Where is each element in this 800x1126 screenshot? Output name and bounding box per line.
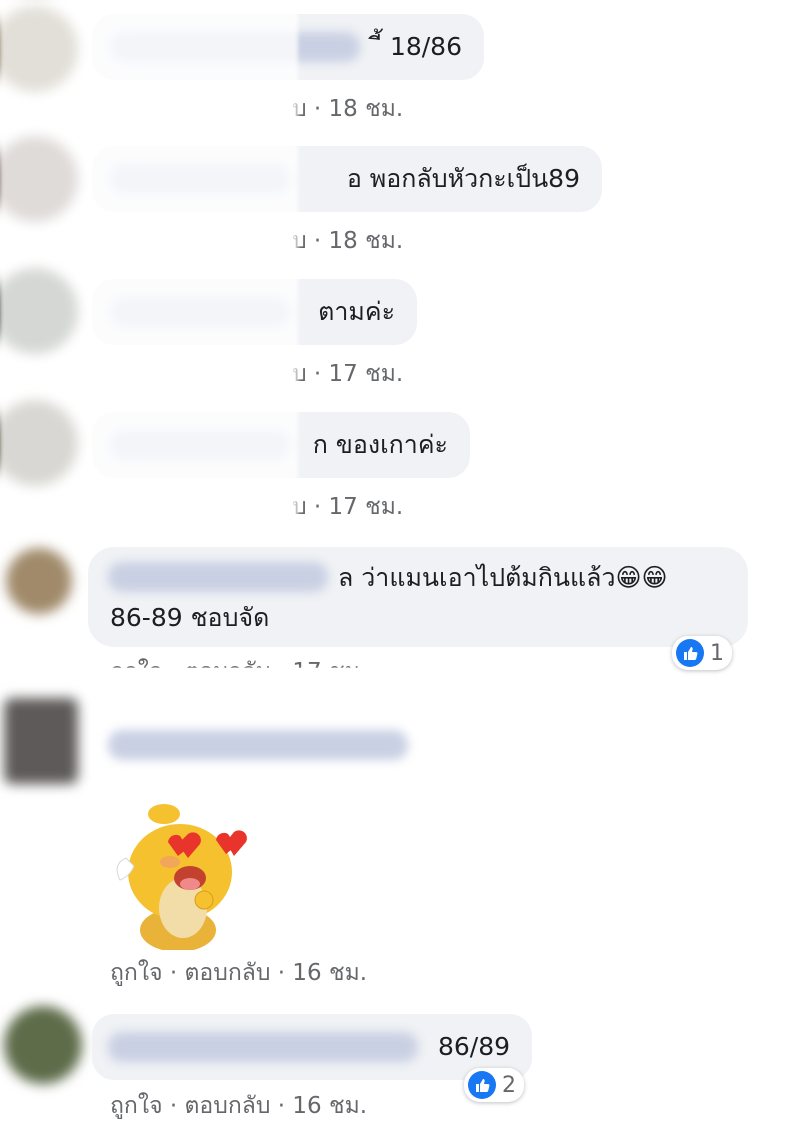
heart-eyes-sticker[interactable] [108,800,258,950]
comment-meta: บ · 18 ชม. [292,228,404,254]
comment-meta: ถูกใจ · ตอบกลับ · 17 ชม. [110,654,367,668]
comment-text: 86/89 [437,1032,510,1061]
redaction-overlay [0,0,298,548]
avatar[interactable] [4,698,78,784]
blurred-author-name [108,730,408,760]
reaction-count-value: 2 [502,1072,516,1098]
blurred-author-name [108,562,328,592]
comment-text: อ พอกลับหัวกะเป็น89 [346,164,580,193]
blurred-author-name [108,1032,418,1062]
comment-text-line-1: ล ว่าแมนเอาไปต้มกินแล้ว😁😁 [338,563,668,592]
comment-text: ตามค่ะ [318,297,395,326]
reaction-count[interactable]: 1 [672,636,732,670]
reaction-count-value: 1 [710,640,724,666]
comment-meta: บ · 17 ชม. [292,361,404,387]
comment-meta: ถูกใจ · ตอบกลับ · 16 ชม. [110,960,368,986]
comment-text: ี้ 18/86 [382,32,462,61]
comment-text: ก ของเกาค่ะ [312,430,448,459]
avatar[interactable] [4,1006,82,1084]
like-icon [676,639,704,667]
comment-meta: บ · 18 ชม. [292,96,404,122]
comment-text-line-2: 86-89 ชอบจัด [110,603,270,632]
comment-meta: บ · 17 ชม. [292,494,404,520]
like-icon [468,1071,496,1099]
comment-meta: ถูกใจ · ตอบกลับ · 16 ชม. [110,1093,368,1119]
avatar[interactable] [6,548,72,614]
reaction-count[interactable]: 2 [464,1068,524,1102]
